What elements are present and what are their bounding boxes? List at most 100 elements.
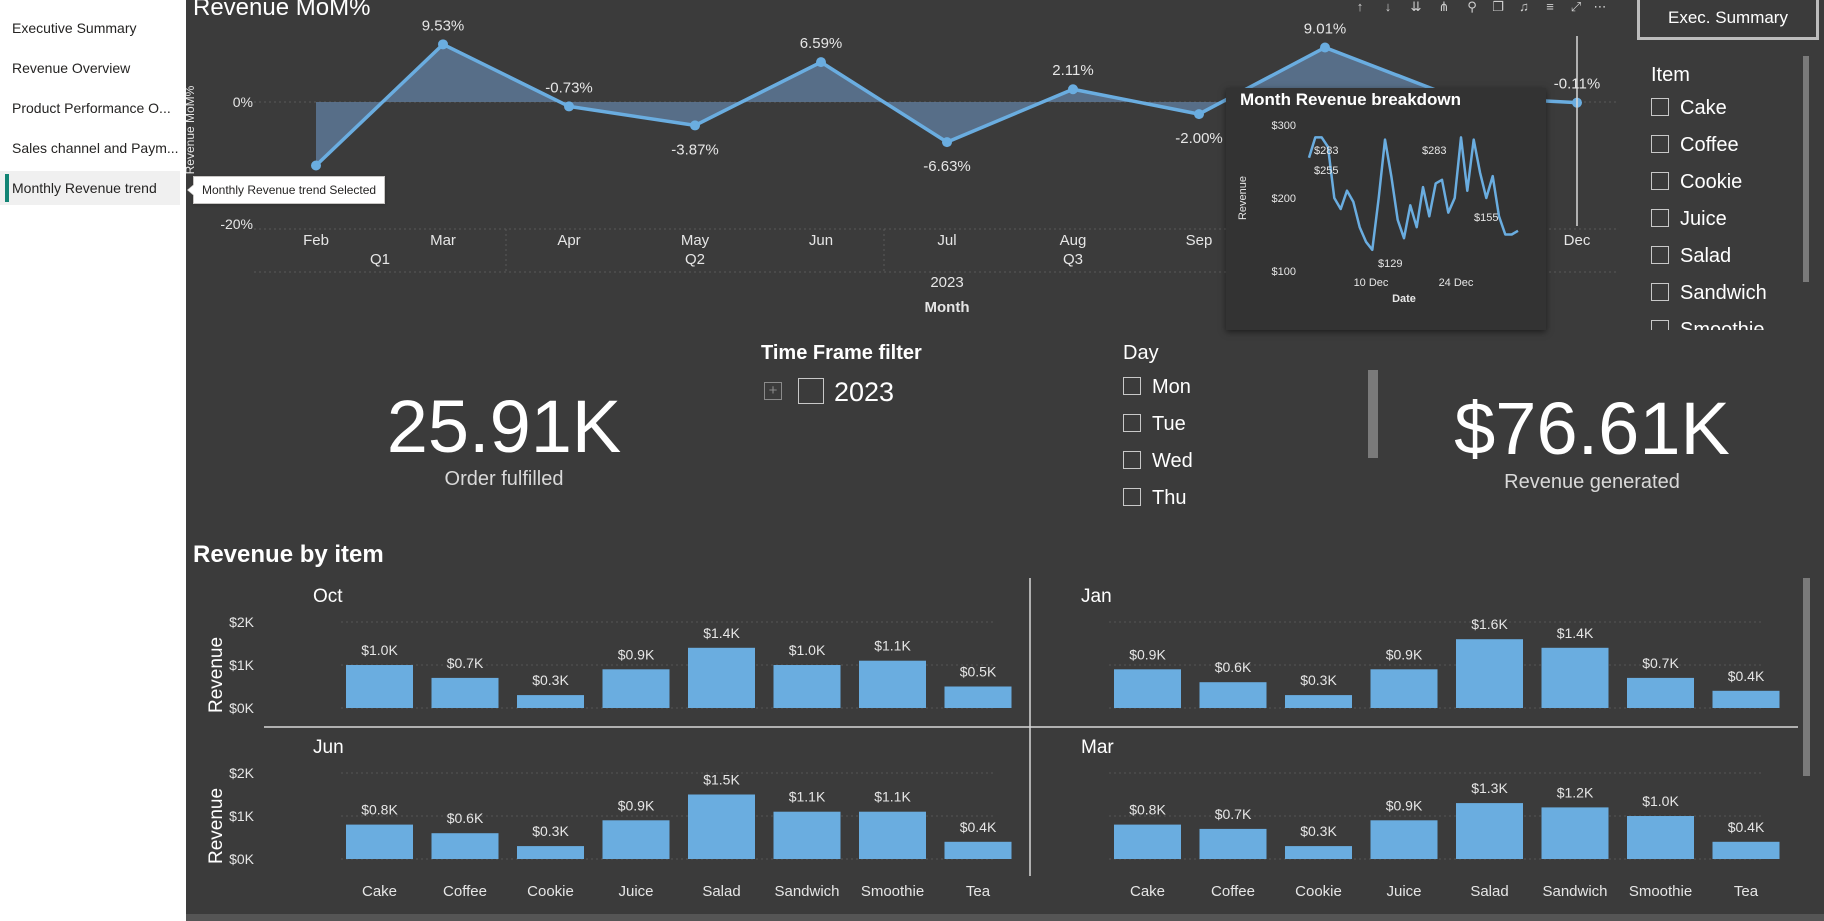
bar-jan-salad[interactable]: [1456, 639, 1523, 708]
breakdown-series-line: [1307, 136, 1519, 252]
checkbox[interactable]: [1123, 488, 1141, 507]
item-option-salad[interactable]: Salad: [1651, 242, 1731, 270]
mom-point-feb[interactable]: [311, 160, 321, 171]
nav-item-sales-channel[interactable]: Sales channel and Paym...: [0, 131, 180, 165]
bar-jun-coffee[interactable]: [431, 833, 499, 859]
nav-item-revenue-overview[interactable]: Revenue Overview: [0, 51, 180, 85]
checkbox[interactable]: [1651, 172, 1669, 191]
bar-mar-tea[interactable]: [1712, 841, 1780, 859]
bar-jun-smoothie[interactable]: [859, 811, 926, 859]
bar-oct-juice[interactable]: [602, 669, 670, 708]
expand-plus-icon[interactable]: +: [764, 382, 782, 400]
bar-jan-sandwich[interactable]: [1541, 647, 1609, 708]
x-quarter-q2: Q2: [685, 251, 705, 268]
bar-mar-juice[interactable]: [1370, 820, 1438, 859]
checkbox[interactable]: [1651, 209, 1669, 228]
day-slicer-scrollbar[interactable]: [1368, 370, 1378, 458]
bar-oct-cake[interactable]: [346, 665, 413, 708]
bar-mar-smoothie[interactable]: [1627, 816, 1694, 859]
bar-oct-tea[interactable]: [944, 686, 1012, 709]
checkbox[interactable]: [1123, 414, 1141, 433]
day-option-thu[interactable]: Thu: [1123, 484, 1186, 512]
bar-jun-tea[interactable]: [944, 841, 1012, 859]
bar-jun-cookie[interactable]: [517, 846, 584, 859]
option-label: Salad: [1680, 245, 1732, 267]
bar-jan-coffee[interactable]: [1199, 682, 1267, 708]
checkbox[interactable]: [798, 378, 824, 405]
panel-title: Jun: [313, 737, 344, 758]
mom-point-oct[interactable]: [1320, 42, 1330, 53]
bar-jan-tea[interactable]: [1712, 690, 1780, 708]
bar-data-label: $0.7K: [1642, 655, 1679, 671]
mom-point-jun[interactable]: [816, 57, 826, 68]
day-option-wed[interactable]: Wed: [1123, 447, 1193, 475]
nav-item-product-performance[interactable]: Product Performance O...: [0, 91, 180, 125]
mom-point-may[interactable]: [690, 120, 700, 131]
day-option-mon[interactable]: Mon: [1123, 373, 1191, 401]
bar-mar-cookie[interactable]: [1285, 846, 1352, 859]
checkbox[interactable]: [1123, 377, 1141, 396]
breakdown-y-tick-100: $100: [1272, 266, 1296, 278]
bar-jun-salad[interactable]: [688, 794, 755, 860]
bar-data-label: $0.8K: [1129, 802, 1166, 818]
bar-mar-salad[interactable]: [1456, 803, 1523, 859]
panel-mar: Mar $0.8K $0.7K $0.3K $0.9K $1.3K $1.2K $1.0K $0…: [1081, 737, 1780, 900]
x-tick-sep: Sep: [1186, 232, 1213, 249]
mom-point-aug[interactable]: [1068, 84, 1078, 95]
checkbox[interactable]: [1651, 320, 1669, 330]
checkbox[interactable]: [1651, 135, 1669, 154]
mom-point-mar[interactable]: [438, 39, 448, 50]
bar-mar-coffee[interactable]: [1199, 828, 1267, 859]
bar-data-label: $0.7K: [1215, 806, 1252, 822]
bar-oct-smoothie[interactable]: [859, 660, 926, 708]
bar-jan-juice[interactable]: [1370, 669, 1438, 708]
mom-label-oct: 9.01%: [1304, 20, 1347, 37]
bar-jun-cake[interactable]: [346, 824, 413, 859]
option-label: Cookie: [1680, 171, 1743, 193]
option-label: 2023: [834, 377, 895, 407]
bar-jun-juice[interactable]: [602, 820, 670, 859]
bar-oct-cookie[interactable]: [517, 695, 584, 708]
breakdown-y-label: Revenue: [1237, 176, 1249, 220]
item-option-cake[interactable]: Cake: [1651, 94, 1727, 122]
x-tick-aug: Aug: [1060, 232, 1087, 249]
bar-data-label: $1.0K: [1642, 793, 1679, 809]
panel-y-tick: $0K: [229, 851, 255, 867]
checkbox[interactable]: [1123, 451, 1141, 470]
item-option-juice[interactable]: Juice: [1651, 205, 1727, 233]
x-tick-salad: Salad: [702, 883, 740, 900]
mom-point-apr[interactable]: [564, 101, 574, 112]
nav-item-monthly-revenue-trend[interactable]: Monthly Revenue trend: [0, 171, 180, 205]
bar-jan-cookie[interactable]: [1285, 695, 1352, 708]
breakdown-x-tick-10dec: 10 Dec: [1354, 277, 1389, 289]
day-option-tue[interactable]: Tue: [1123, 410, 1186, 438]
item-chart-scrollbar[interactable]: [1803, 578, 1810, 776]
bar-oct-sandwich[interactable]: [773, 665, 841, 708]
panel-y-tick: $2K: [229, 765, 255, 781]
item-option-cookie[interactable]: Cookie: [1651, 168, 1742, 196]
item-slicer-scrollbar[interactable]: [1803, 56, 1809, 282]
bar-jan-smoothie[interactable]: [1627, 677, 1694, 708]
checkbox[interactable]: [1651, 283, 1669, 302]
mom-label-dec: -0.11%: [1554, 76, 1600, 93]
checkbox[interactable]: [1651, 98, 1669, 117]
exec-summary-button[interactable]: Exec. Summary: [1637, 0, 1819, 40]
mom-x-axis-label: Month: [925, 299, 970, 316]
bar-mar-sandwich[interactable]: [1541, 807, 1609, 859]
timeframe-option-2023[interactable]: 2023: [798, 377, 894, 407]
item-option-sandwich[interactable]: Sandwich: [1651, 279, 1767, 307]
bar-jun-sandwich[interactable]: [773, 811, 841, 859]
bar-data-label: $0.8K: [361, 802, 398, 818]
item-option-smoothie[interactable]: Smoothie: [1651, 316, 1765, 330]
mom-point-sep[interactable]: [1194, 109, 1204, 120]
mom-point-jul[interactable]: [942, 137, 952, 148]
item-option-coffee[interactable]: Coffee: [1651, 131, 1739, 159]
x-tick-may: May: [681, 232, 710, 249]
checkbox[interactable]: [1651, 246, 1669, 265]
bar-oct-salad[interactable]: [688, 647, 755, 708]
nav-item-executive-summary[interactable]: Executive Summary: [0, 11, 180, 45]
bar-jan-cake[interactable]: [1114, 669, 1181, 708]
bar-data-label: $0.9K: [618, 646, 655, 662]
bar-mar-cake[interactable]: [1114, 824, 1181, 859]
bar-oct-coffee[interactable]: [431, 677, 499, 708]
